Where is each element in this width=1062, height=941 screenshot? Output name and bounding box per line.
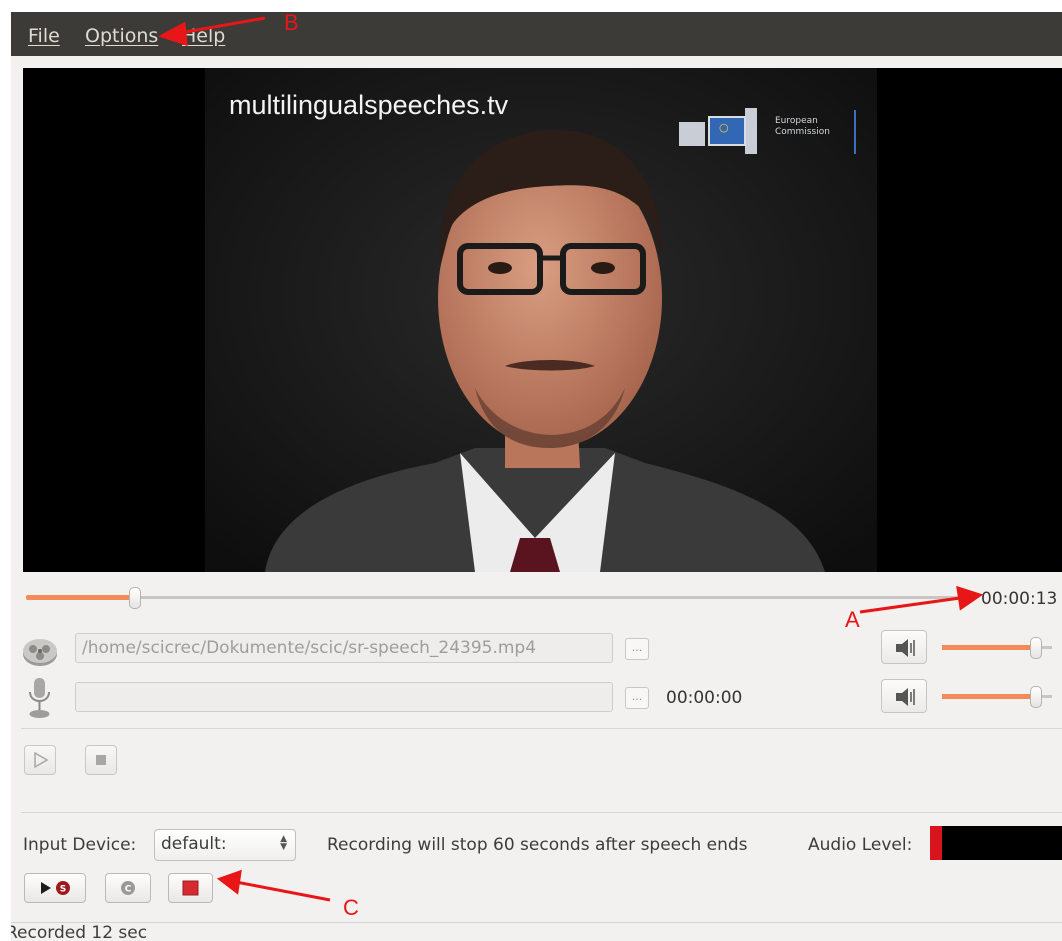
arrow-b-head [158, 21, 188, 47]
arrow-c-head [216, 869, 242, 895]
arrow-a-head [956, 585, 984, 611]
annotation-a: A [845, 607, 860, 632]
annotation-arrows [158, 16, 984, 902]
arrow-c-line [235, 880, 331, 902]
annotation-b: B [284, 10, 299, 35]
arrow-a-line [859, 596, 961, 614]
arrow-b-line [179, 16, 266, 35]
annotation-c: C [343, 895, 359, 920]
